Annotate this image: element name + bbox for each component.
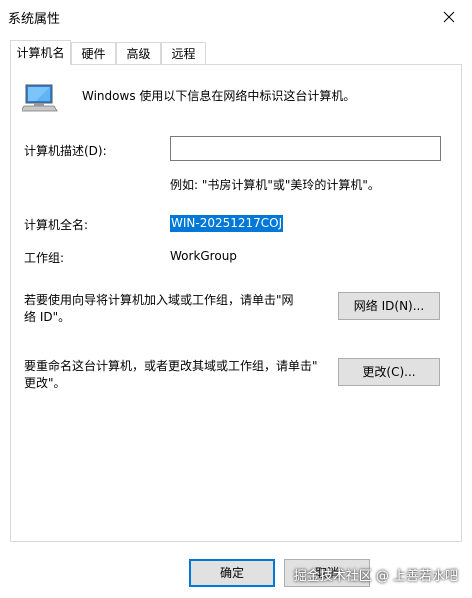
tab-computer-name[interactable]: 计算机名 (10, 40, 71, 65)
watermark: 掘金技术社区 @ 上善若水吧 (293, 569, 458, 584)
rename-text: 要重命名这台计算机，或者更改其域或工作组，请单击" 更改"。 (24, 358, 324, 392)
workgroup-label: 工作组: (24, 251, 65, 265)
tab-hardware[interactable]: 硬件 (71, 42, 116, 64)
rename-text-line2: 更改"。 (24, 376, 66, 390)
fullname-label: 计算机全名: (24, 218, 89, 232)
window-title: 系统属性 (8, 12, 61, 27)
tab-remote[interactable]: 远程 (161, 42, 206, 64)
network-id-text: 若要使用向导将计算机加入域或工作组，请单击"网 络 ID"。 (24, 292, 324, 326)
network-id-text-line1: 若要使用向导将计算机加入域或工作组，请单击"网 (24, 293, 294, 307)
network-id-button[interactable]: 网络 ID(N)... (338, 292, 440, 320)
description-field[interactable] (170, 136, 441, 161)
intro-text: Windows 使用以下信息在网络中标识这台计算机。 (82, 89, 356, 103)
system-properties-window: 系统属性 计算机名 硬件 高级 远程 Windows 使用以下信息在网络中标识这… (0, 0, 472, 598)
network-id-text-line2: 络 ID"。 (24, 310, 71, 324)
description-example: 例如: "书房计算机"或"美玲的计算机"。 (170, 178, 380, 192)
description-label: 计算机描述(D): (24, 144, 107, 158)
title-bar: 系统属性 (0, 0, 472, 34)
workgroup-value: WorkGroup (170, 249, 237, 263)
close-button[interactable] (426, 0, 472, 34)
computer-icon (22, 84, 58, 112)
ok-button[interactable]: 确定 (189, 559, 275, 587)
tab-advanced[interactable]: 高级 (116, 42, 161, 64)
fullname-value[interactable]: WIN-20251217COJ (170, 215, 284, 232)
close-icon (443, 11, 455, 23)
rename-text-line1: 要重命名这台计算机，或者更改其域或工作组，请单击" (24, 359, 318, 373)
change-button[interactable]: 更改(C)... (338, 358, 440, 386)
